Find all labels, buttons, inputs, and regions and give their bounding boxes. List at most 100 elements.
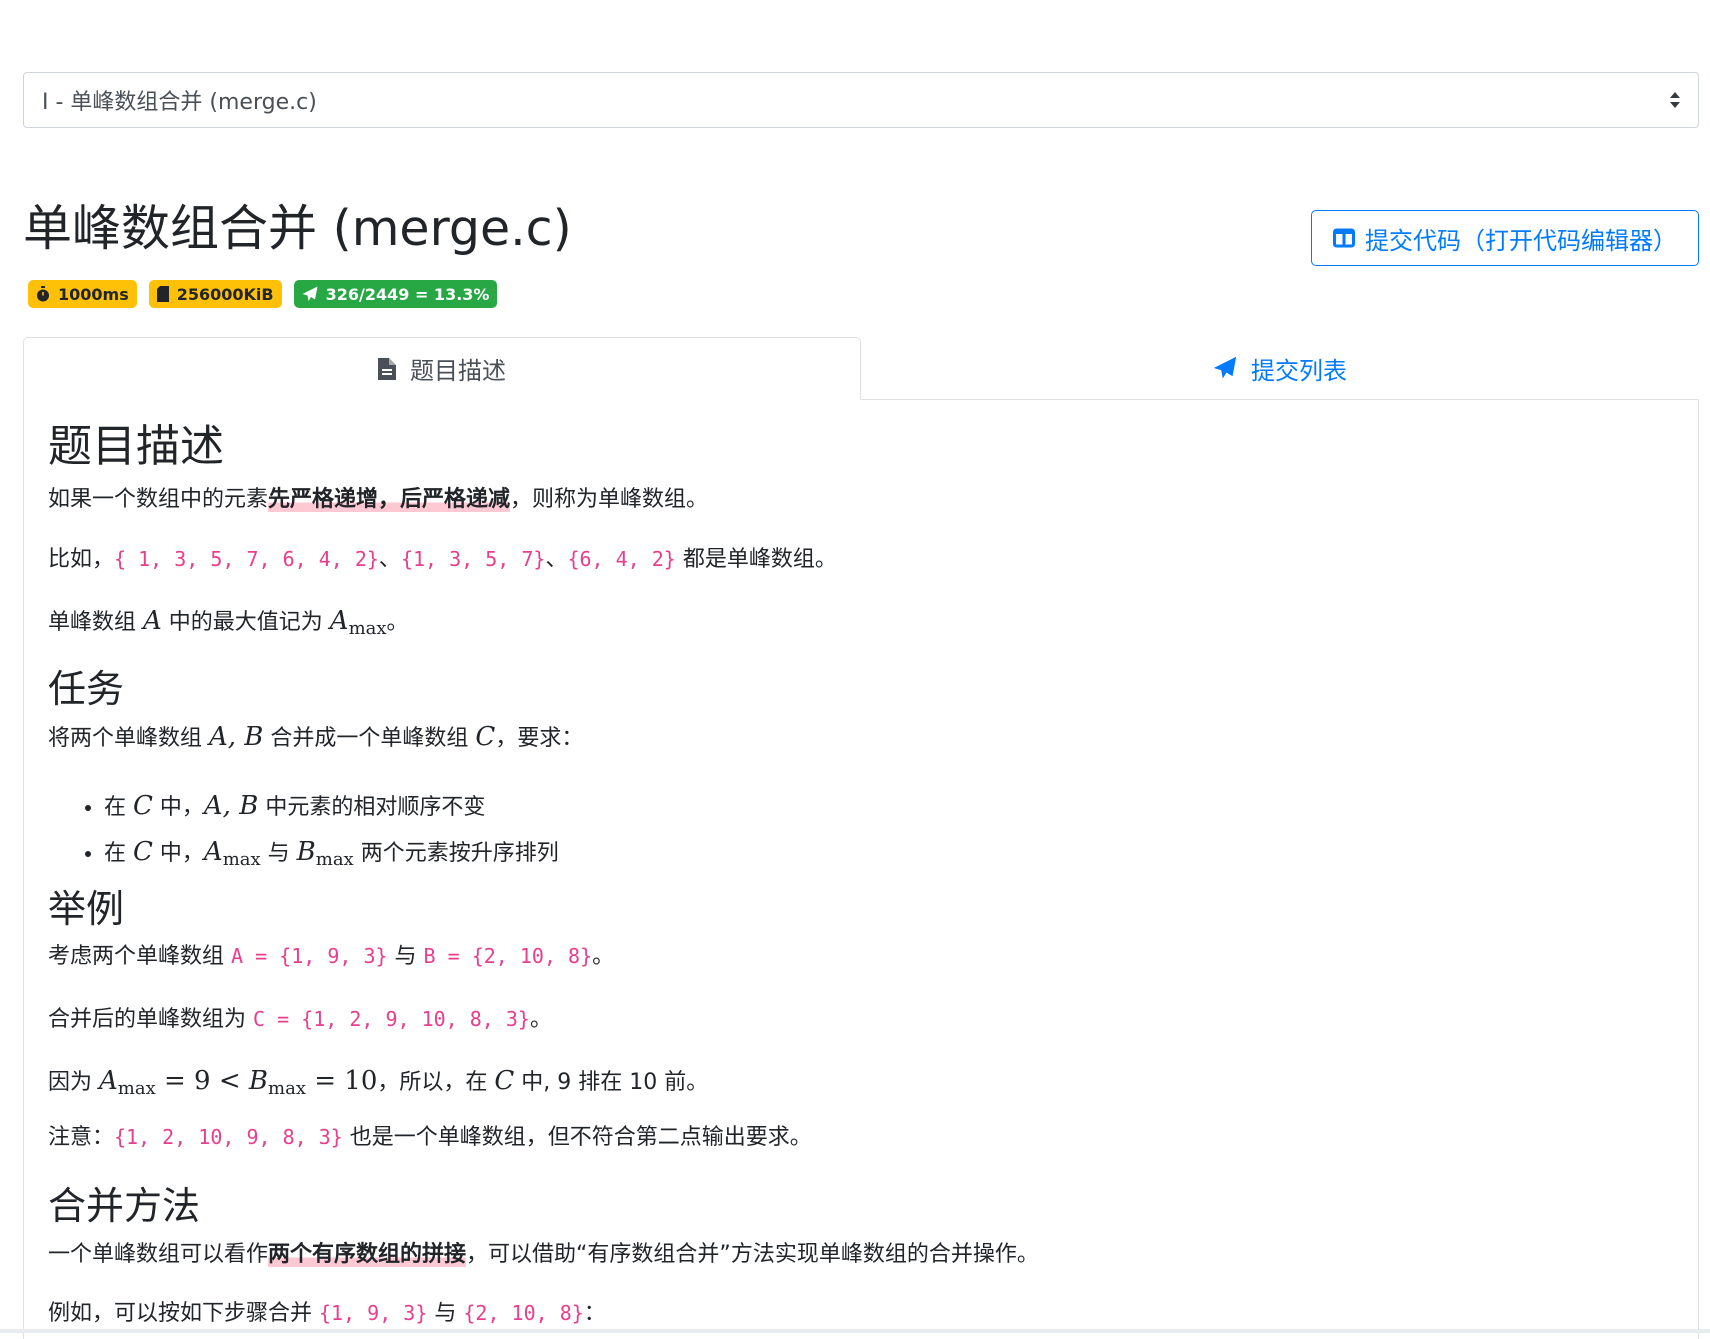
tab-submissions[interactable]: 提交列表 [861, 337, 1699, 399]
paper-plane-icon [1213, 356, 1237, 379]
sd-card-icon [156, 286, 169, 302]
problem-badges: 1000ms 256000KiB 326/2449 = 13.3% [28, 280, 498, 308]
text: 单峰数组 [48, 610, 143, 635]
text: ，则称为单峰数组。 [510, 487, 709, 512]
text: 。 [529, 1007, 552, 1032]
text: 也是一个单峰数组，但不符合第二点输出要求。 [342, 1125, 812, 1150]
columns-icon [1333, 228, 1355, 248]
inline-code: { 1, 3, 5, 7, 6, 4, 2} [114, 547, 379, 571]
list-item: 在 C 中，Amax 与 Bmax 两个元素按升序排列 [104, 830, 559, 876]
tab-description[interactable]: 题目描述 [23, 337, 861, 400]
text: 与 [260, 840, 297, 866]
inline-code: {2, 10, 8} [463, 1301, 584, 1325]
text: 例如，可以按如下步骤合并 [48, 1301, 319, 1326]
section-heading-method: 合并方法 [48, 1184, 201, 1228]
text: 合并后的单峰数组为 [48, 1007, 253, 1032]
text: 一个单峰数组可以看作 [48, 1242, 269, 1267]
text: 将两个单峰数组 [48, 726, 209, 751]
bottom-divider [0, 1329, 1710, 1333]
math: Bmax [248, 1066, 306, 1099]
submit-code-button[interactable]: 提交代码（打开代码编辑器） [1311, 210, 1699, 266]
text: 。 [386, 610, 409, 635]
text: 如果一个数组中的元素 [48, 487, 269, 512]
paragraph: 如果一个数组中的元素先严格递增，后严格递减，则称为单峰数组。 [48, 485, 708, 516]
text: 中的最大值记为 [161, 610, 330, 635]
text: 都是单峰数组。 [675, 547, 837, 572]
memory-limit-value: 256000KiB [176, 284, 274, 304]
page-title: 单峰数组合并 (merge.c) [23, 200, 572, 257]
memory-limit-badge: 256000KiB [148, 280, 282, 308]
file-icon [378, 357, 396, 380]
inline-code: {1, 3, 5, 7} [400, 547, 546, 571]
text: 考虑两个单峰数组 [48, 944, 231, 969]
math: Bmax [296, 836, 354, 870]
text: 注意： [48, 1125, 115, 1150]
inline-code: {6, 4, 2} [567, 547, 676, 571]
math: Amax [99, 1066, 156, 1099]
requirements-list: 在 C 中，A, B 中元素的相对顺序不变 在 C 中，Amax 与 Bmax … [84, 784, 559, 875]
text: ： [583, 1301, 606, 1326]
text: 两个元素按升序排列 [353, 840, 559, 866]
text: 中， [152, 840, 204, 866]
paragraph: 合并后的单峰数组为 C = {1, 2, 9, 10, 8, 3}。 [48, 1005, 552, 1036]
chevron-updown-icon [1670, 92, 1680, 108]
text: 中元素的相对顺序不变 [258, 795, 486, 820]
paragraph: 考虑两个单峰数组 A = {1, 9, 3} 与 B = {2, 10, 8}。 [48, 942, 614, 973]
text: 、 [378, 547, 401, 572]
text: 中, 9 排在 10 前。 [514, 1070, 709, 1095]
inline-code: B = {2, 10, 8} [423, 944, 593, 968]
paragraph: 注意：{1, 2, 10, 9, 8, 3} 也是一个单峰数组，但不符合第二点输… [48, 1123, 812, 1154]
paper-plane-icon [302, 286, 318, 301]
math: A [143, 606, 162, 636]
problem-content: 题目描述 如果一个数组中的元素先严格递增，后严格递减，则称为单峰数组。 比如，{… [23, 399, 1699, 1339]
math: C [133, 791, 153, 821]
inline-code: C = {1, 2, 9, 10, 8, 3} [253, 1007, 530, 1031]
problem-select-value: I - 单峰数组合并 (merge.c) [42, 90, 317, 115]
text: ，所以，在 [377, 1070, 495, 1095]
math: = 9 < [155, 1066, 249, 1096]
text: ，可以借助“有序数组合并”方法实现单峰数组的合并操作。 [466, 1242, 1039, 1267]
accept-rate-value: 326/2449 = 13.3% [325, 284, 490, 304]
time-limit-badge: 1000ms [28, 280, 137, 308]
highlight-text: 两个有序数组的拼接 [268, 1242, 467, 1267]
text: 合并成一个单峰数组 [263, 726, 476, 751]
section-heading-task: 任务 [48, 667, 125, 711]
paragraph: 一个单峰数组可以看作两个有序数组的拼接，可以借助“有序数组合并”方法实现单峰数组… [48, 1240, 1039, 1271]
text: 与 [387, 944, 424, 969]
section-heading-description: 题目描述 [48, 421, 224, 472]
math: = 10 [305, 1066, 378, 1096]
text: 在 [104, 840, 133, 866]
math: C [475, 722, 496, 752]
text: 。 [592, 944, 615, 969]
tab-description-label: 题目描述 [410, 357, 506, 385]
tab-submissions-label: 提交列表 [1251, 356, 1347, 385]
text: 中， [152, 795, 204, 820]
list-item: 在 C 中，A, B 中元素的相对顺序不变 [104, 784, 559, 830]
accept-rate-badge: 326/2449 = 13.3% [293, 280, 498, 308]
text: 在 [104, 795, 133, 820]
math: Amax [203, 836, 261, 870]
math: Amax [329, 606, 387, 639]
time-limit-value: 1000ms [58, 284, 129, 304]
text: ，要求： [495, 726, 584, 751]
text: 因为 [48, 1070, 99, 1095]
text: 、 [545, 547, 568, 572]
inline-code: {1, 9, 3} [319, 1301, 428, 1325]
paragraph: 将两个单峰数组 A, B 合并成一个单峰数组 C，要求： [48, 719, 583, 755]
problem-select[interactable]: I - 单峰数组合并 (merge.c) [23, 72, 1699, 128]
text: 比如， [48, 547, 115, 572]
paragraph: 因为 Amax = 9 < Bmax = 10，所以，在 C 中, 9 排在 1… [48, 1063, 708, 1101]
paragraph: 比如，{ 1, 3, 5, 7, 6, 4, 2}、{1, 3, 5, 7}、{… [48, 545, 837, 576]
problem-tabs: 题目描述 提交列表 [23, 337, 1699, 400]
stopwatch-icon [37, 286, 49, 302]
math: A, B [209, 722, 264, 752]
highlight-text: 先严格递增，后严格递减 [268, 487, 511, 512]
paragraph: 例如，可以按如下步骤合并 {1, 9, 3} 与 {2, 10, 8}： [48, 1299, 606, 1330]
paragraph: 单峰数组 A 中的最大值记为 Amax。 [48, 603, 409, 641]
section-heading-example: 举例 [48, 887, 125, 931]
problem-page: I - 单峰数组合并 (merge.c) 单峰数组合并 (merge.c) 提交… [23, 0, 1703, 1339]
submit-code-label: 提交代码（打开代码编辑器） [1365, 226, 1677, 255]
math: C [133, 836, 153, 867]
inline-code: {1, 2, 10, 9, 8, 3} [114, 1125, 343, 1149]
text: 与 [427, 1301, 464, 1326]
